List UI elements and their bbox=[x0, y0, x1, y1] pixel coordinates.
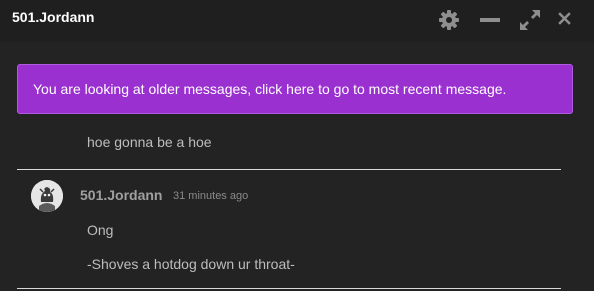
previous-message: hoe gonna be a hoe bbox=[87, 134, 212, 150]
message-line: -Shoves a hotdog down ur throat- bbox=[87, 256, 295, 272]
minimize-icon[interactable] bbox=[479, 9, 501, 31]
message-author[interactable]: 501.Jordann bbox=[80, 187, 162, 203]
message-list[interactable]: You are looking at older messages, click… bbox=[0, 42, 594, 291]
gear-icon[interactable] bbox=[438, 9, 460, 31]
message-timestamp: 31 minutes ago bbox=[173, 190, 249, 202]
close-icon[interactable] bbox=[557, 10, 579, 32]
window-titlebar: 501.Jordann bbox=[0, 0, 594, 42]
older-messages-banner[interactable]: You are looking at older messages, click… bbox=[17, 64, 573, 114]
older-messages-banner-text: You are looking at older messages, click… bbox=[33, 81, 507, 97]
message-divider-bottom bbox=[17, 288, 561, 289]
message-line: Ong bbox=[87, 222, 114, 238]
message-divider bbox=[17, 169, 561, 170]
avatar[interactable] bbox=[31, 180, 63, 212]
expand-icon[interactable] bbox=[519, 9, 541, 31]
window-title: 501.Jordann bbox=[12, 9, 95, 25]
